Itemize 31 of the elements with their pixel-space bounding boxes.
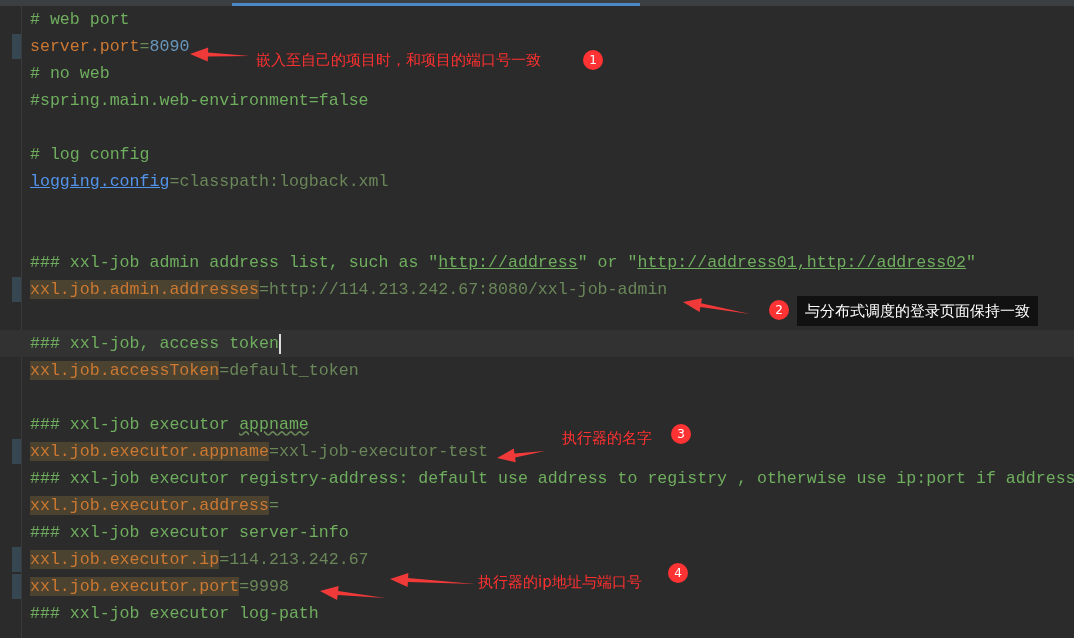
code-line: server.port=8090: [30, 37, 190, 56]
arrow: [683, 298, 750, 314]
code-line: xxl.job.admin.addresses=http://114.213.242.67:8080/xxl-job-admin: [30, 280, 668, 299]
code-line: xxl.job.executor.ip=114.213.242.67: [30, 550, 369, 569]
annotation-text: 嵌入至自己的项目时，和项目的端口号一致: [256, 50, 541, 70]
code-line: xxl.job.executor.address=: [30, 496, 279, 515]
code-line: ### xxl-job executor appname: [30, 415, 309, 434]
annotation-text: 执行器的名字: [562, 428, 652, 448]
annotation-text: 执行器的ip地址与端口号: [478, 572, 642, 592]
number-badge: 4: [668, 563, 688, 583]
code-line: xxl.job.accessToken=default_token: [30, 361, 359, 380]
number-badge: 1: [583, 50, 603, 70]
code-line: xxl.job.executor.port=9998: [30, 577, 289, 596]
arrow: [497, 448, 545, 463]
arrow: [320, 586, 385, 600]
text-cursor: [278, 333, 281, 354]
code-line: ### xxl-job executor server-info: [30, 523, 349, 542]
code-line: logging.config=classpath:logback.xml: [30, 172, 389, 191]
number-badge: 2: [769, 300, 789, 320]
number-badge: 3: [671, 424, 691, 444]
code-line: # log config: [30, 145, 150, 164]
callout-label: 与分布式调度的登录页面保持一致: [797, 296, 1038, 326]
code-line: # web port: [30, 10, 130, 29]
code-line: ### xxl-job executor log-path: [30, 604, 319, 623]
code-line: xxl.job.executor.appname=xxl-job-executor-test: [30, 442, 489, 461]
code-line: ### xxl-job executor registry-address: default use address to registry , otherwise use ip:port if address: [30, 469, 1074, 488]
code-editor[interactable]: [0, 6, 1074, 638]
code-line: ### xxl-job, access token: [30, 334, 279, 353]
code-line: #spring.main.web-environment=false: [30, 91, 369, 110]
code-line: # no web: [30, 64, 110, 83]
code-line: ### xxl-job admin address list, such as "http://address" or "http://address01,http://address02": [30, 253, 977, 272]
